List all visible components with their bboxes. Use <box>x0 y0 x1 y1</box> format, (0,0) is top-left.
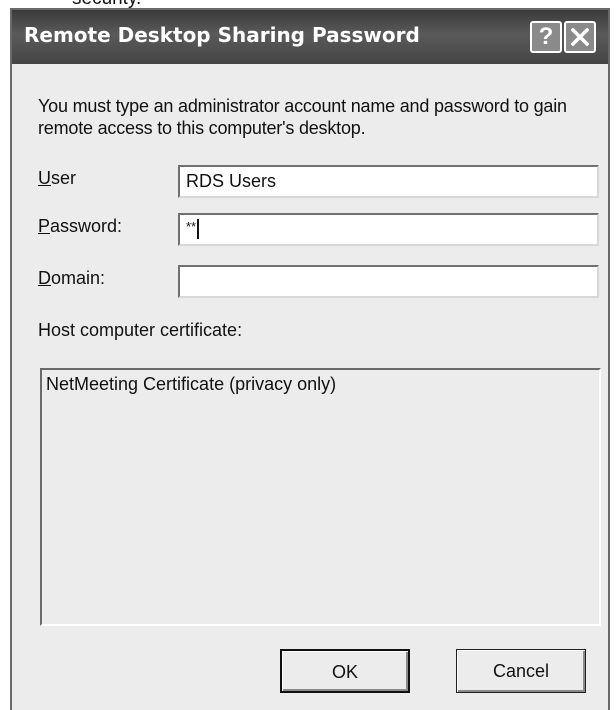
help-button[interactable]: ? <box>530 21 562 53</box>
text-caret <box>197 219 200 239</box>
certificate-list[interactable]: NetMeeting Certificate (privacy only) <box>40 368 601 626</box>
password-input[interactable]: ** <box>178 213 599 246</box>
user-input[interactable]: RDS Users <box>178 165 599 198</box>
instruction-text: You must type an administrator account n… <box>38 96 567 138</box>
close-icon <box>571 28 589 46</box>
password-label: Password: <box>38 216 123 236</box>
window-title: Remote Desktop Sharing Password <box>24 23 420 47</box>
domain-label: Domain: <box>38 268 106 288</box>
certificate-label: Host computer certificate: <box>38 320 243 340</box>
domain-input[interactable] <box>178 265 599 298</box>
close-button[interactable] <box>564 21 596 53</box>
cancel-button[interactable]: Cancel <box>456 649 586 693</box>
title-bar[interactable]: Remote Desktop Sharing Password ? <box>12 10 608 64</box>
remote-desktop-sharing-password-dialog: Remote Desktop Sharing Password ? You mu… <box>10 8 610 710</box>
user-input-value: RDS Users <box>186 171 277 191</box>
password-input-value: ** <box>186 219 197 234</box>
certificate-list-item[interactable]: NetMeeting Certificate (privacy only) <box>46 374 595 395</box>
user-label: User <box>38 168 77 188</box>
ok-button[interactable]: OK <box>280 649 410 693</box>
